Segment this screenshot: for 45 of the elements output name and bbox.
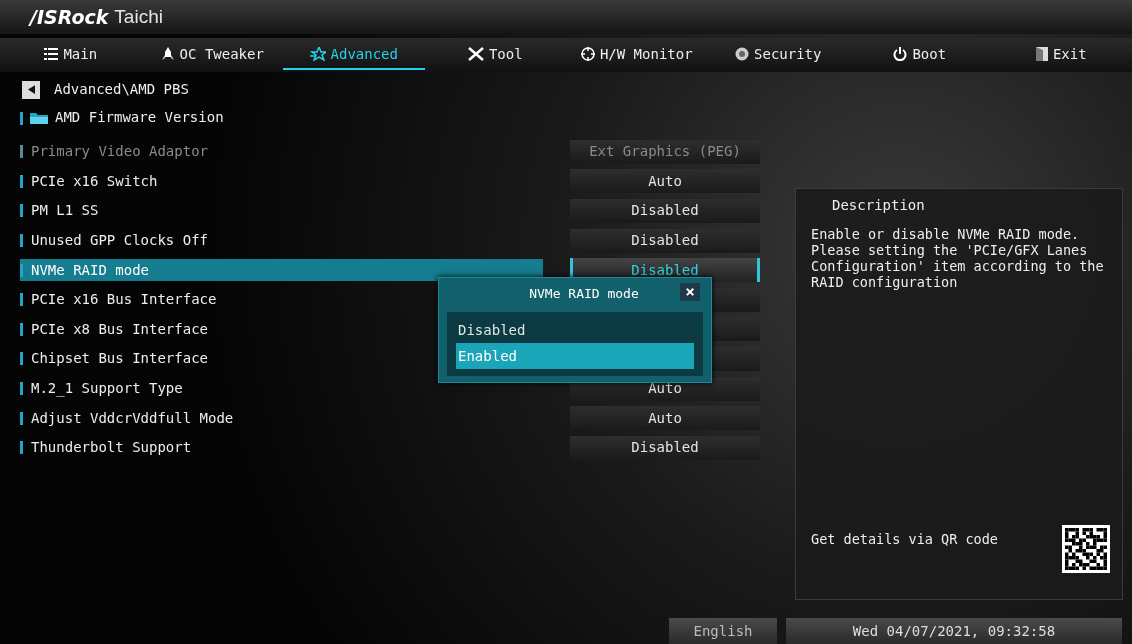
menu-tab[interactable]: Advanced — [283, 40, 425, 70]
setting-label[interactable]: PCIe x16 Switch — [20, 170, 543, 193]
star-icon — [309, 47, 326, 61]
setting-label[interactable]: Unused GPP Clocks Off — [20, 229, 543, 252]
menu-icon — [44, 48, 59, 60]
setting-label[interactable]: NVMe RAID mode — [20, 259, 543, 282]
folder-icon — [30, 111, 48, 124]
value-selector[interactable]: Auto — [570, 169, 760, 194]
door-icon — [1035, 47, 1048, 61]
row-marker — [20, 112, 23, 125]
qr-code — [1062, 525, 1110, 573]
brand-logo: /ISRock — [30, 4, 109, 30]
left-triangle-icon — [27, 85, 35, 94]
setting-label[interactable]: Adjust VddcrVddfull Mode — [20, 407, 543, 430]
crosshair-icon — [580, 47, 595, 61]
option-item[interactable]: Disabled — [456, 317, 694, 343]
value-selector[interactable]: Disabled — [570, 228, 760, 253]
menu-tab[interactable]: Boot — [849, 40, 991, 70]
menu-tab[interactable]: H/W Monitor — [566, 40, 708, 70]
description-text: Enable or disable NVMe RAID mode. Please setting the 'PCIe/GFX Lanes Configuration' item according to the RAID configuration — [811, 226, 1105, 290]
setting-label[interactable]: M.2_1 Support Type — [20, 377, 543, 400]
breadcrumb-path: Advanced\AMD PBS — [54, 80, 189, 99]
model-name: Taichi — [114, 4, 163, 29]
menu-tab[interactable]: Tool — [424, 40, 566, 70]
badge-icon — [735, 47, 750, 61]
value-selector[interactable]: Disabled — [570, 435, 760, 460]
menu-tab[interactable]: Security — [707, 40, 849, 70]
setting-label[interactable]: PM L1 SS — [20, 200, 543, 222]
date-time: Wed 04/07/2021, 09:32:58 — [786, 618, 1122, 644]
tools-icon — [467, 47, 484, 61]
description-title: Description — [832, 196, 925, 215]
popup-title: NVMe RAID mode — [528, 285, 640, 303]
value-selector[interactable]: Disabled — [570, 199, 760, 223]
menu-tab[interactable]: OC Tweaker — [141, 40, 283, 70]
folder-item[interactable]: AMD Firmware Version — [55, 107, 224, 128]
rocket-icon — [160, 47, 175, 61]
power-icon — [893, 47, 908, 61]
menu-tab[interactable]: Exit — [990, 40, 1132, 70]
back-button[interactable] — [22, 80, 40, 99]
language-selector[interactable]: English — [669, 618, 777, 644]
qr-hint: Get details via QR code — [811, 530, 998, 549]
menu-tab[interactable]: Main — [0, 40, 142, 70]
close-button[interactable]: × — [680, 283, 700, 301]
setting-label[interactable]: Thunderbolt Support — [20, 436, 543, 459]
value-selector[interactable]: Auto — [570, 406, 760, 431]
